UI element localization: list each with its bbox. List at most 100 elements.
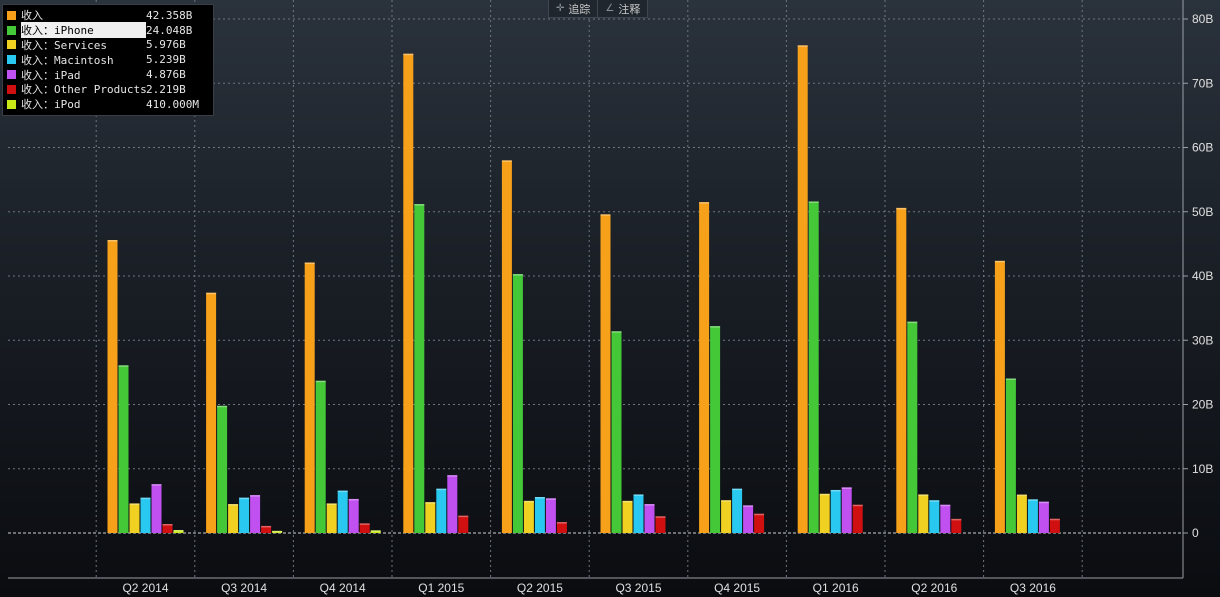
legend-swatch xyxy=(7,99,16,109)
bar-highlight xyxy=(239,497,250,500)
bar-highlight xyxy=(501,160,512,162)
bar-highlight xyxy=(315,380,326,383)
legend-label: 收入：Services xyxy=(21,39,107,52)
y-tick-label: 30B xyxy=(1192,333,1213,347)
bar xyxy=(732,488,743,533)
bar xyxy=(819,493,830,533)
bar-highlight xyxy=(217,405,228,408)
bar-highlight xyxy=(272,530,283,533)
bar xyxy=(994,260,1005,533)
bar xyxy=(129,503,140,533)
bar-highlight xyxy=(458,515,469,518)
bar-highlight xyxy=(644,504,655,506)
bar xyxy=(523,500,534,533)
y-tick-label: 50B xyxy=(1192,205,1213,219)
bar xyxy=(545,498,556,533)
bar-highlight xyxy=(162,524,173,526)
bar-highlight xyxy=(261,525,272,528)
x-tick-label: Q1 2016 xyxy=(813,581,859,595)
bar xyxy=(140,497,151,533)
legend-swatch xyxy=(7,25,16,35)
bar-highlight xyxy=(359,523,370,525)
bar-highlight xyxy=(250,495,261,497)
bar xyxy=(951,518,962,533)
x-tick-label: Q3 2016 xyxy=(1010,581,1056,595)
bar xyxy=(841,487,852,533)
legend-value: 410.000M xyxy=(146,97,199,111)
bar-highlight xyxy=(348,498,359,501)
bar xyxy=(348,498,359,533)
legend-value: 5.976B xyxy=(146,38,186,52)
bar xyxy=(721,500,732,533)
bar xyxy=(896,207,907,533)
legend-item[interactable]: 收入 42.358B xyxy=(7,8,213,23)
bar xyxy=(852,504,863,533)
bar-highlight xyxy=(830,489,841,492)
bar xyxy=(414,204,425,534)
bar-highlight xyxy=(754,513,765,516)
bar-highlight xyxy=(118,365,129,367)
bar xyxy=(118,365,129,533)
legend-value: 24.048B xyxy=(146,23,193,37)
legend-item[interactable]: 收入：Macintosh 5.239B xyxy=(7,52,213,67)
bar xyxy=(217,405,228,533)
bar-highlight xyxy=(370,530,381,532)
bar-highlight xyxy=(655,516,666,518)
bar xyxy=(754,513,765,533)
bar xyxy=(436,488,447,533)
bar-highlight xyxy=(1016,494,1027,497)
legend-label: 收入：Macintosh xyxy=(21,53,114,67)
x-tick-label: Q4 2015 xyxy=(714,581,760,595)
chart-legend: 收入 42.358B 收入：iPhone 24.048B 收入：Services 5.… xyxy=(2,4,214,116)
bar-highlight xyxy=(151,484,162,486)
pencil-icon: ∠ xyxy=(605,3,615,14)
bar xyxy=(710,326,721,533)
bar xyxy=(808,201,819,533)
legend-item[interactable]: 收入：iPhone 24.048B xyxy=(7,22,213,39)
annotate-button[interactable]: ∠ 注释 xyxy=(597,0,647,17)
bar-highlight xyxy=(326,503,337,505)
bar xyxy=(655,516,666,533)
bar-highlight xyxy=(512,274,523,276)
bar xyxy=(458,515,469,533)
bar xyxy=(403,53,414,533)
x-tick-label: Q1 2015 xyxy=(418,581,464,595)
bar xyxy=(633,494,644,533)
y-tick-label: 80B xyxy=(1192,12,1213,26)
bar-highlight xyxy=(129,503,140,505)
bar-highlight xyxy=(414,204,425,206)
bar xyxy=(315,380,326,533)
x-tick-label: Q2 2016 xyxy=(911,581,957,595)
x-tick-label: Q3 2015 xyxy=(615,581,661,595)
track-label: 追踪 xyxy=(568,2,591,16)
legend-item[interactable]: 收入：Services 5.976B xyxy=(7,38,213,53)
bar xyxy=(556,522,567,533)
bar xyxy=(228,504,239,533)
bar xyxy=(326,503,337,533)
legend-item[interactable]: 收入：iPod 410.000M xyxy=(7,97,213,112)
bar-highlight xyxy=(732,488,743,491)
bar-highlight xyxy=(545,498,556,500)
bar xyxy=(250,495,261,533)
bar xyxy=(929,500,940,533)
bar-highlight xyxy=(1005,378,1016,380)
bar-highlight xyxy=(436,488,447,491)
x-tick-label: Q4 2014 xyxy=(320,581,366,595)
bar-highlight xyxy=(699,202,710,204)
bar-highlight xyxy=(940,504,951,507)
legend-item[interactable]: 收入：iPad 4.876B xyxy=(7,67,213,82)
legend-swatch xyxy=(7,10,16,20)
bar xyxy=(151,484,162,533)
bar-highlight xyxy=(403,53,414,56)
bar-highlight xyxy=(633,494,644,496)
legend-item[interactable]: 收入：Other Products 2.219B xyxy=(7,82,213,97)
bar-highlight xyxy=(600,214,611,216)
bar xyxy=(534,497,545,533)
bar-highlight xyxy=(808,201,819,203)
bar-highlight xyxy=(929,500,940,502)
track-button[interactable]: ✛ 追踪 xyxy=(549,0,597,17)
bar xyxy=(1027,499,1038,533)
legend-label: 收入：iPad xyxy=(21,68,81,82)
bar-highlight xyxy=(1027,499,1038,501)
bar xyxy=(107,240,118,533)
